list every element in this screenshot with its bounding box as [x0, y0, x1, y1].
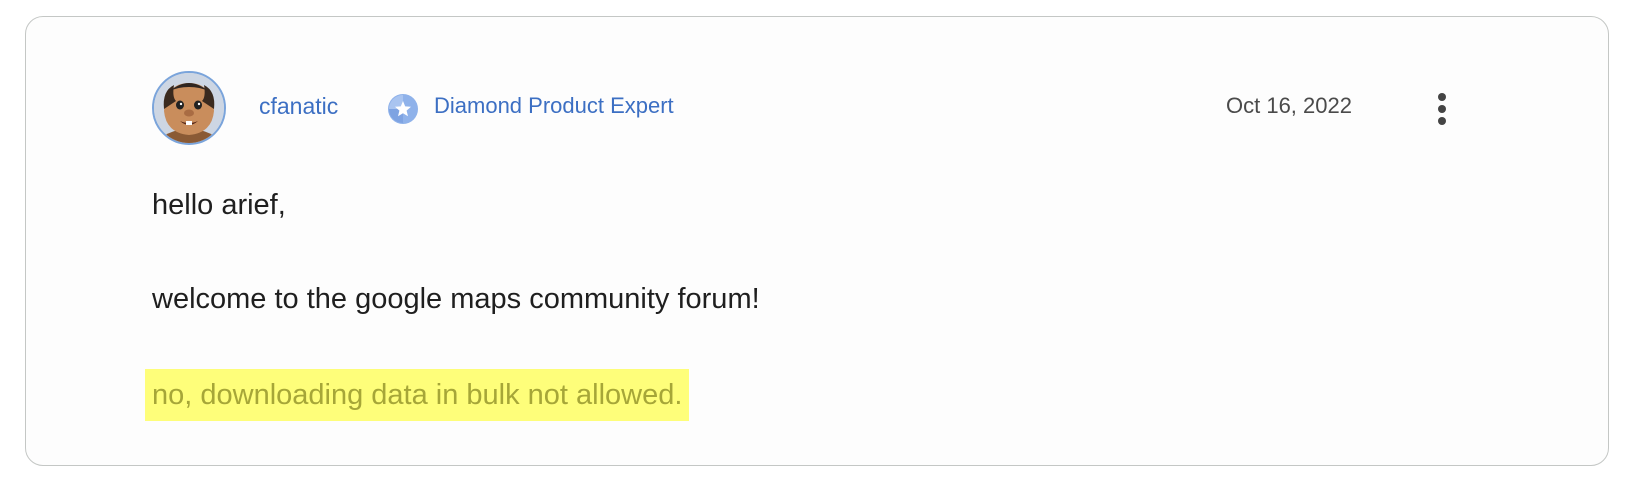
author-username[interactable]: cfanatic [259, 93, 338, 120]
post-body-greeting: hello arief, [152, 189, 286, 221]
more-vertical-icon [1438, 93, 1446, 125]
avatar-image [154, 73, 224, 143]
star-badge-icon [387, 93, 419, 125]
expert-badge-label: Diamond Product Expert [434, 93, 674, 118]
forum-reply-card: cfanatic Diamond Product Expert Oct 16, … [25, 16, 1609, 466]
post-body-highlighted-answer: no, downloading data in bulk not allowed… [145, 369, 690, 421]
post-date: Oct 16, 2022 [1226, 93, 1352, 118]
author-avatar[interactable] [152, 71, 226, 145]
more-options-button[interactable] [1424, 89, 1460, 129]
post-body-welcome: welcome to the google maps community for… [152, 283, 760, 315]
